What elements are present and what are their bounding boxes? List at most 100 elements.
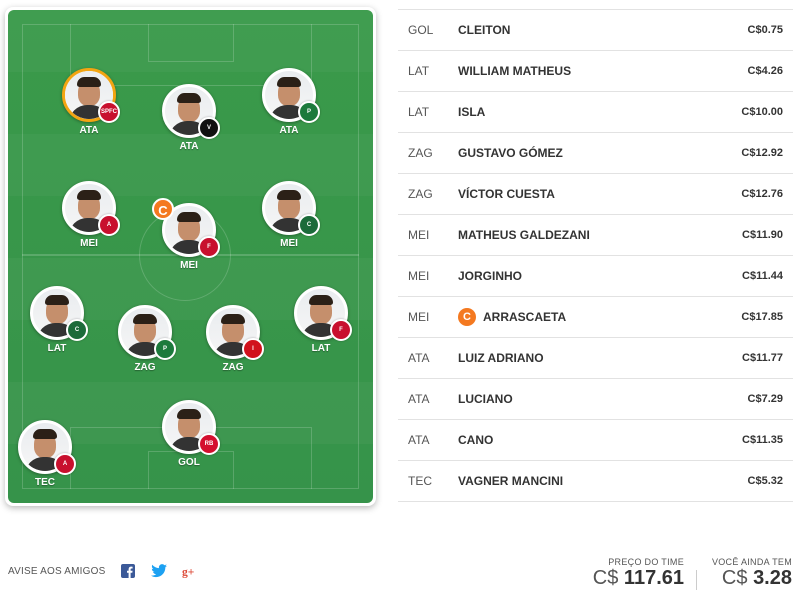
row-player-name: C ARRASCAETA: [458, 308, 741, 326]
team-row[interactable]: ATA LUCIANO C$7.29: [398, 379, 793, 420]
row-price: C$12.76: [741, 188, 783, 200]
field-player-mei-1[interactable]: A MEI: [54, 181, 124, 249]
team-price-value: C$ 117.61: [592, 567, 684, 589]
player-photo: P: [262, 68, 320, 123]
player-position-label: ATA: [179, 141, 199, 152]
row-player-name: VÍCTOR CUESTA: [458, 187, 555, 201]
club-crest-icon: C: [298, 214, 320, 236]
row-price: C$11.77: [742, 352, 783, 364]
row-price: C$5.32: [747, 475, 783, 487]
player-position-label: LAT: [47, 343, 67, 354]
player-position-label: ATA: [279, 125, 299, 136]
row-position: GOL: [408, 23, 434, 37]
player-position-label: GOL: [178, 457, 200, 468]
row-position: ZAG: [408, 187, 433, 201]
team-row[interactable]: ZAG VÍCTOR CUESTA C$12.76: [398, 174, 793, 215]
captain-icon: C: [458, 308, 476, 326]
row-player-name: CANO: [458, 433, 494, 447]
field-player-zag-2[interactable]: I ZAG: [198, 305, 268, 373]
team-price-summary: PREÇO DO TIME C$ 117.61: [593, 557, 684, 589]
row-position: MEI: [408, 269, 430, 283]
row-player-name: GUSTAVO GÓMEZ: [458, 146, 563, 160]
row-position: ATA: [408, 433, 430, 447]
field-player-mei-3[interactable]: C MEI: [254, 181, 324, 249]
player-position-label: MEI: [80, 238, 98, 249]
player-position-label: ZAG: [134, 362, 156, 373]
row-position: LAT: [408, 64, 430, 78]
player-position-label: MEI: [280, 238, 298, 249]
club-crest-icon: RB: [198, 433, 220, 455]
captain-badge: C: [152, 198, 174, 220]
field-player-ata-1[interactable]: SPFC ATA: [54, 68, 124, 136]
team-row[interactable]: MEI JORGINHO C$11.44: [398, 256, 793, 297]
club-crest-icon: P: [298, 101, 320, 123]
row-player-name: CLEITON: [458, 23, 511, 37]
row-player-name: WILLIAM MATHEUS: [458, 64, 572, 78]
club-crest-icon: I: [242, 338, 264, 360]
twitter-icon[interactable]: [150, 563, 167, 579]
row-player-name: LUCIANO: [458, 392, 513, 406]
row-price: C$4.26: [747, 65, 783, 77]
row-price: C$11.90: [742, 229, 783, 241]
team-row[interactable]: MEI MATHEUS GALDEZANI C$11.90: [398, 215, 793, 256]
player-photo: V: [162, 84, 220, 139]
player-photo: P: [118, 305, 176, 360]
row-price: C$11.44: [742, 270, 783, 282]
row-price: C$7.29: [747, 393, 783, 405]
row-player-name: LUIZ ADRIANO: [458, 351, 544, 365]
player-photo: A: [18, 420, 76, 475]
remaining-balance-summary: VOCÊ AINDA TEM C$ 3.28: [712, 557, 792, 589]
field-player-ata-3[interactable]: P ATA: [254, 68, 324, 136]
facebook-icon[interactable]: [120, 563, 136, 579]
team-row-captain[interactable]: MEI C ARRASCAETA C$17.85: [398, 297, 793, 338]
team-price-label: PREÇO DO TIME: [608, 557, 684, 567]
field-player-lat-2[interactable]: F LAT: [286, 286, 356, 354]
row-position: ZAG: [408, 146, 433, 160]
row-price: C$12.92: [741, 147, 783, 159]
team-row[interactable]: LAT WILLIAM MATHEUS C$4.26: [398, 51, 793, 92]
club-crest-icon: C: [66, 319, 88, 341]
player-photo: I: [206, 305, 264, 360]
team-list: GOL CLEITON C$0.75 LAT WILLIAM MATHEUS C$4.2…: [398, 9, 793, 502]
player-position-label: MEI: [180, 260, 198, 271]
soccer-field: SPFC ATA V ATA P ATA A MEI C F MEI C MEI…: [8, 10, 373, 503]
field-player-tec[interactable]: A TEC: [10, 420, 80, 488]
row-player-name: MATHEUS GALDEZANI: [458, 228, 590, 242]
field-player-ata-2[interactable]: V ATA: [154, 84, 224, 152]
player-position-label: TEC: [35, 477, 55, 488]
team-row[interactable]: LAT ISLA C$10.00: [398, 92, 793, 133]
player-photo: C: [30, 286, 88, 341]
team-row[interactable]: GOL CLEITON C$0.75: [398, 10, 793, 51]
row-player-name: ISLA: [458, 105, 486, 119]
lineup-field-card: SPFC ATA V ATA P ATA A MEI C F MEI C MEI…: [5, 7, 376, 506]
row-price: C$0.75: [747, 24, 783, 36]
team-row[interactable]: ATA LUIZ ADRIANO C$11.77: [398, 338, 793, 379]
player-position-label: LAT: [311, 343, 331, 354]
remaining-label: VOCÊ AINDA TEM: [711, 557, 792, 567]
player-position-label: ATA: [79, 125, 99, 136]
field-player-gol[interactable]: RB GOL: [154, 400, 224, 468]
club-crest-icon: SPFC: [98, 101, 120, 123]
player-position-label: ZAG: [222, 362, 244, 373]
row-position: TEC: [408, 474, 432, 488]
row-price: C$17.85: [741, 311, 783, 323]
svg-text:g+: g+: [182, 566, 194, 578]
share-label: AVISE AOS AMIGOS: [8, 565, 106, 577]
team-row[interactable]: ZAG GUSTAVO GÓMEZ C$12.92: [398, 133, 793, 174]
club-crest-icon: F: [198, 236, 220, 258]
field-player-zag-1[interactable]: P ZAG: [110, 305, 180, 373]
club-crest-icon: P: [154, 338, 176, 360]
google-plus-icon[interactable]: g+: [182, 563, 198, 579]
row-position: ATA: [408, 392, 430, 406]
row-price: C$10.00: [741, 106, 783, 118]
team-row[interactable]: TEC VAGNER MANCINI C$5.32: [398, 461, 793, 502]
field-player-mei-captain[interactable]: C F MEI: [152, 198, 224, 271]
player-photo: C: [262, 181, 320, 236]
player-photo: RB: [162, 400, 220, 455]
player-photo: SPFC: [62, 68, 120, 123]
row-position: LAT: [408, 105, 430, 119]
team-row[interactable]: ATA CANO C$11.35: [398, 420, 793, 461]
club-crest-icon: F: [330, 319, 352, 341]
top-goal-area: [148, 24, 234, 62]
field-player-lat-1[interactable]: C LAT: [22, 286, 92, 354]
